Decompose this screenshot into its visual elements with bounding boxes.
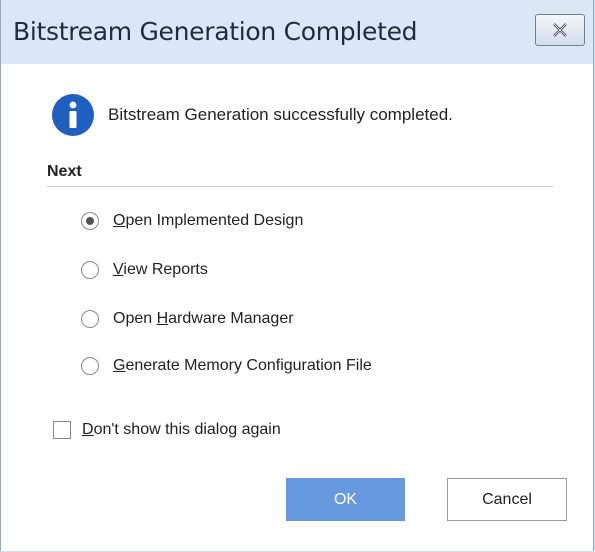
status-message: Bitstream Generation successfully comple… xyxy=(108,105,453,124)
dialog-window: Bitstream Generation Completed Bitstream… xyxy=(0,0,594,551)
option-open-hardware-manager[interactable]: Open Hardware Manager xyxy=(81,307,294,331)
close-icon xyxy=(553,23,567,37)
dialog-body: Bitstream Generation successfully comple… xyxy=(1,64,593,551)
option-label: View Reports xyxy=(113,261,208,278)
dialog-title: Bitstream Generation Completed xyxy=(13,17,418,46)
option-label: Open Hardware Manager xyxy=(113,310,294,327)
option-open-implemented-design[interactable]: Open Implemented Design xyxy=(81,209,303,233)
radio-button[interactable] xyxy=(81,357,99,375)
dont-show-again-row[interactable]: Don't show this dialog again xyxy=(53,418,281,442)
section-divider xyxy=(47,186,553,187)
option-view-reports[interactable]: View Reports xyxy=(81,258,208,282)
radio-button[interactable] xyxy=(81,212,99,230)
next-section-label: Next xyxy=(47,163,82,180)
dont-show-again-label: Don't show this dialog again xyxy=(82,421,281,438)
close-button[interactable] xyxy=(535,14,585,46)
radio-button[interactable] xyxy=(81,310,99,328)
option-label: Open Implemented Design xyxy=(113,212,304,229)
info-icon xyxy=(52,94,94,136)
dont-show-again-checkbox[interactable] xyxy=(53,421,71,439)
title-bar[interactable]: Bitstream Generation Completed xyxy=(1,0,593,64)
radio-button[interactable] xyxy=(81,261,99,279)
option-generate-memory-configuration-file[interactable]: Generate Memory Configuration File xyxy=(81,354,372,378)
ok-button[interactable]: OK xyxy=(286,478,405,521)
option-label: Generate Memory Configuration File xyxy=(113,357,372,374)
cancel-button[interactable]: Cancel xyxy=(447,478,567,521)
